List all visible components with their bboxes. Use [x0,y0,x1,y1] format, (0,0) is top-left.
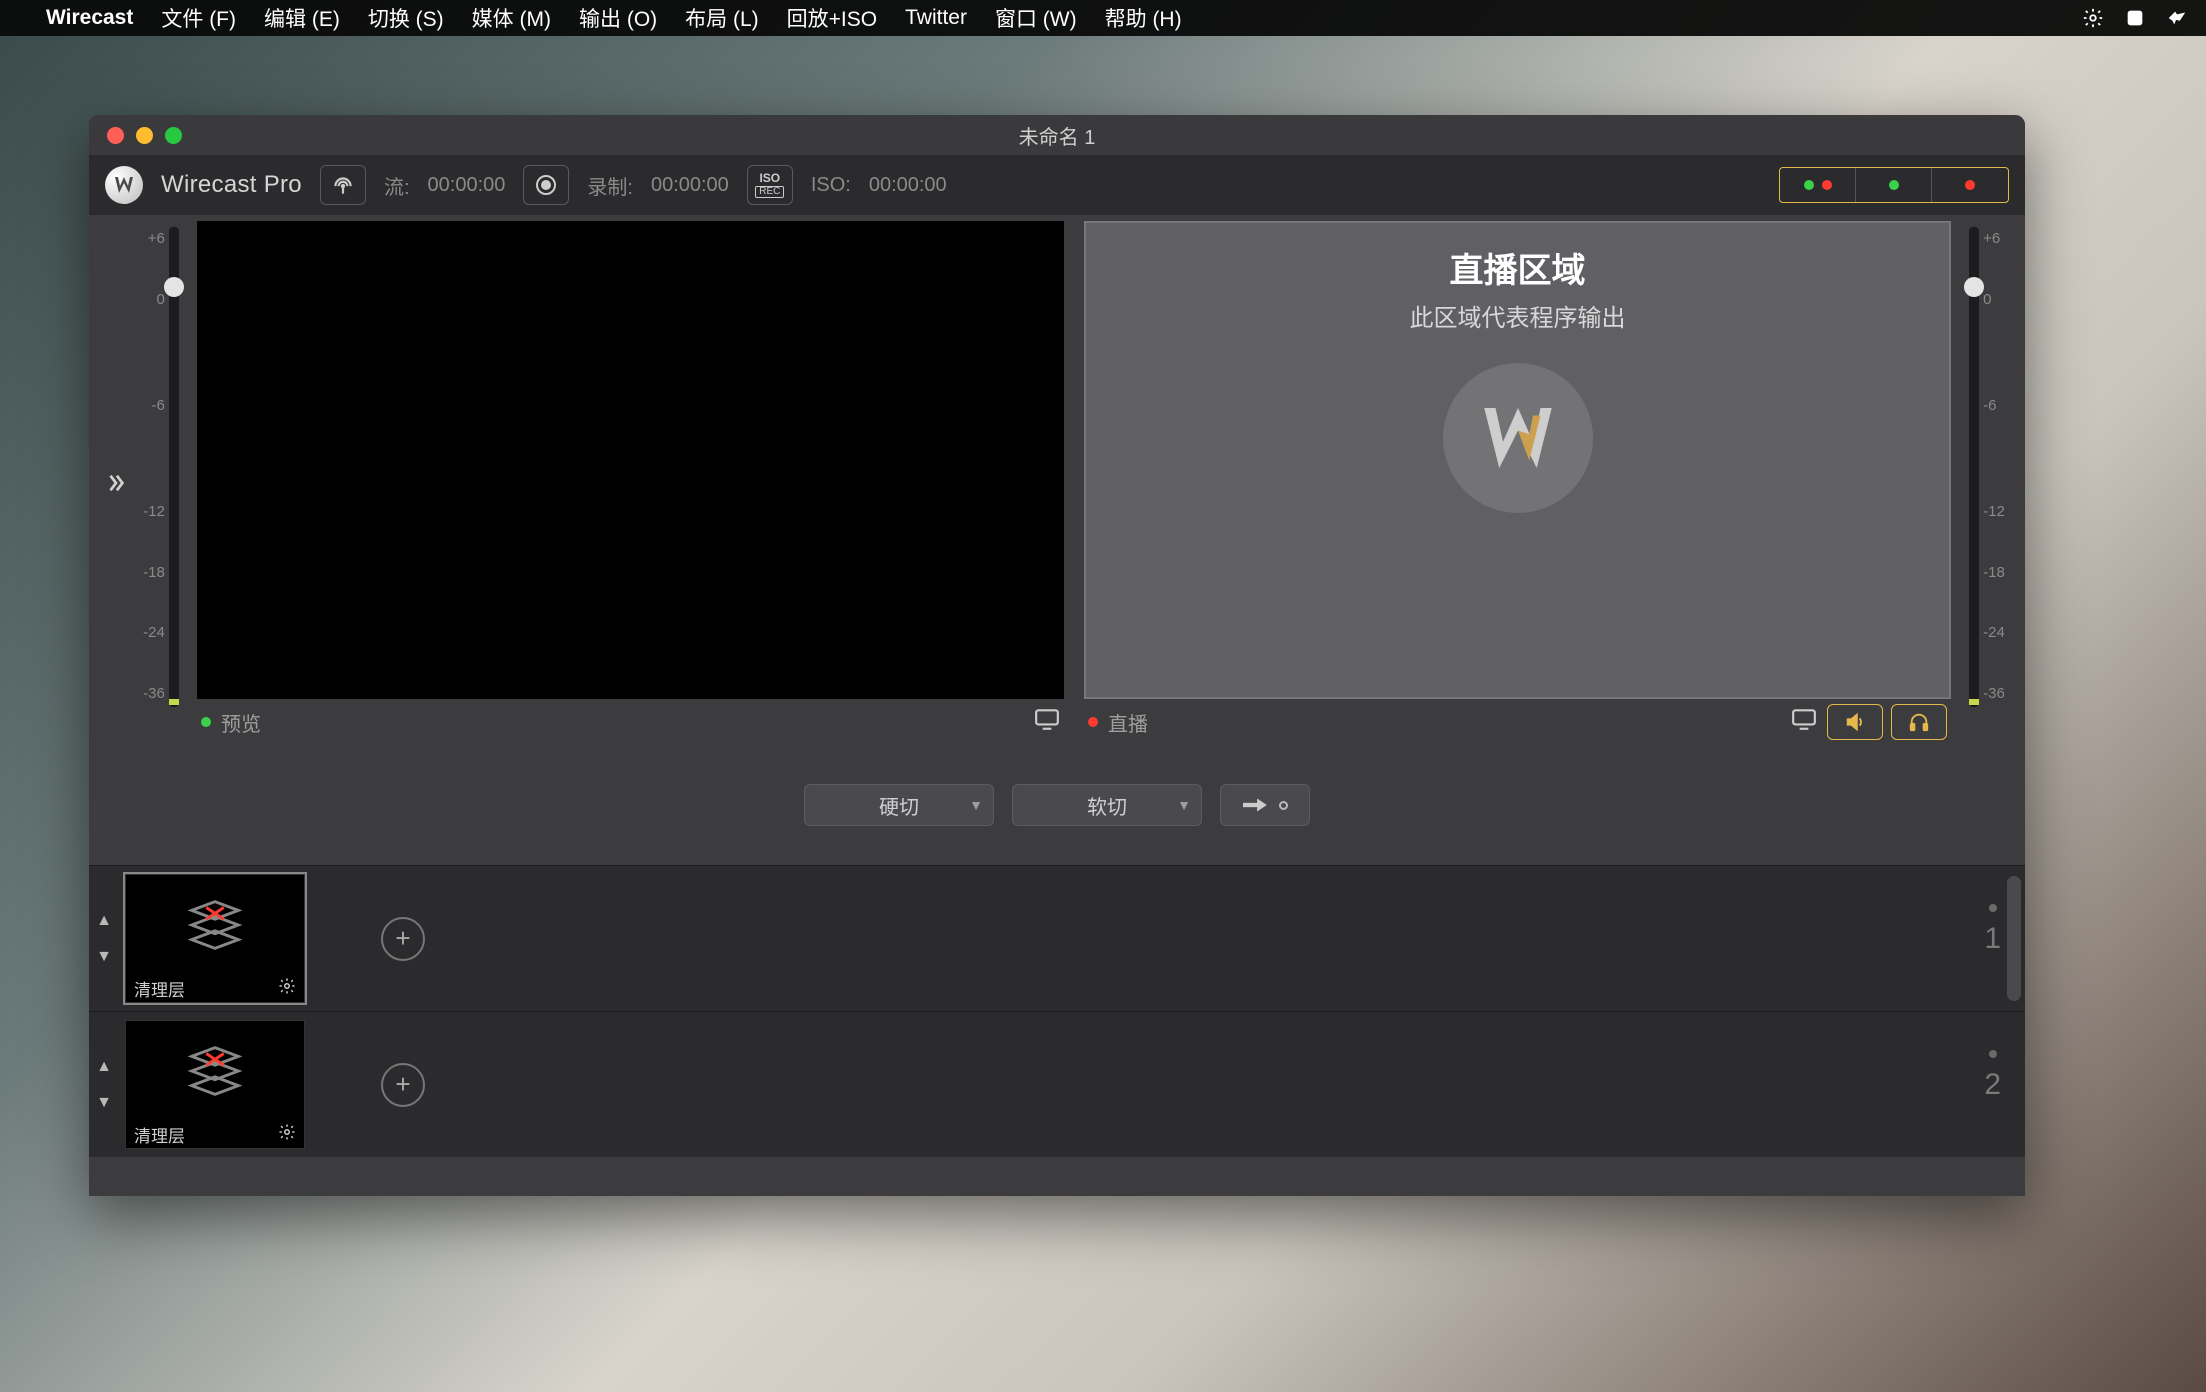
layers-panel: ▲▼ 清理层 + 1 ▲▼ [89,865,2025,1157]
move-up-icon: ▲ [96,912,112,930]
transition-bar: 硬切 ▼ 软切 ▼ [89,745,2025,865]
menu-file[interactable]: 文件 (F) [161,3,236,33]
close-button[interactable] [107,127,124,144]
left-audio-meter: +60-6-12-18-24-36 [133,221,193,745]
layers-scrollbar[interactable] [2007,876,2021,1001]
move-down-icon: ▼ [96,948,112,966]
move-down-icon: ▼ [96,1094,112,1112]
add-shot-button[interactable]: + [381,917,425,961]
live-subheading: 此区域代表程序输出 [1410,298,1626,333]
dissolve-transition-button[interactable]: 软切 ▼ [1012,784,1202,826]
wirecast-logo-icon [105,166,143,204]
titlebar[interactable]: 未命名 1 [89,115,2025,155]
preview-status-dot [201,717,211,727]
layer-row: ▲▼ 清理层 + 2 [89,1011,2025,1157]
right-audio-meter: +60-6-12-18-24-36 [1955,221,2015,745]
menu-help[interactable]: 帮助 (H) [1105,3,1182,33]
minimize-button[interactable] [136,127,153,144]
menu-media[interactable]: 媒体 (M) [472,3,551,33]
status-cell-3[interactable] [1932,168,2008,202]
chevron-down-icon[interactable]: ▼ [969,797,983,813]
shot-label: 清理层 [134,976,185,1001]
right-fader[interactable] [1969,227,1979,707]
stream-label: 流: [384,171,410,200]
preview-monitor-icon[interactable] [1034,708,1060,736]
layer-reorder[interactable]: ▲▼ [89,866,119,1011]
wirecast-watermark-icon [1443,363,1593,513]
menubar-appname[interactable]: Wirecast [46,6,133,30]
left-fader-thumb[interactable] [164,277,184,297]
status-cell-2[interactable] [1856,168,1932,202]
cut-transition-button[interactable]: 硬切 ▼ [804,784,994,826]
mac-menubar: Wirecast 文件 (F) 编辑 (E) 切换 (S) 媒体 (M) 输出 … [0,0,2206,36]
maximize-button[interactable] [165,127,182,144]
menu-window[interactable]: 窗口 (W) [995,3,1077,33]
expand-panel-button[interactable] [99,221,133,745]
status-cell-1[interactable] [1780,168,1856,202]
square-menubar-icon[interactable] [2124,7,2146,29]
live-viewer: 直播区域 此区域代表程序输出 直播 [1084,221,1951,745]
menu-replay[interactable]: 回放+ISO [787,3,877,33]
bird-menubar-icon[interactable] [2166,7,2188,29]
layer-number: 1 [1984,922,2001,956]
go-button[interactable] [1220,784,1310,826]
menu-twitter[interactable]: Twitter [905,6,967,30]
live-heading: 直播区域 [1450,243,1586,292]
left-fader[interactable] [169,227,179,707]
wirecast-window: 未命名 1 Wirecast Pro 流: 00:00:00 录制: 00:00… [89,115,2025,1196]
settings-menubar-icon[interactable] [2082,7,2104,29]
stream-time: 00:00:00 [428,174,506,197]
stream-button[interactable] [320,165,366,205]
layer-row: ▲▼ 清理层 + 1 [89,865,2025,1011]
iso-label: ISO: [811,174,851,197]
add-shot-button[interactable]: + [381,1063,425,1107]
brand-label: Wirecast Pro [161,171,302,199]
live-label: 直播 [1108,708,1148,737]
move-up-icon: ▲ [96,1058,112,1076]
right-fader-thumb[interactable] [1964,277,1984,297]
gear-icon[interactable] [278,1123,296,1146]
meter-scale-left: +60-6-12-18-24-36 [143,227,165,707]
shot-thumbnail[interactable]: 清理层 [125,874,305,1003]
meter-scale-right: +60-6-12-18-24-36 [1983,227,2005,707]
gear-icon[interactable] [278,977,296,1000]
menu-edit[interactable]: 编辑 (E) [264,3,340,33]
live-monitor-icon[interactable] [1791,708,1817,736]
preview-viewer: 预览 [197,221,1064,745]
iso-time: 00:00:00 [869,174,947,197]
preview-screen[interactable] [197,221,1064,699]
record-button[interactable] [523,165,569,205]
shot-thumbnail[interactable]: 清理层 [125,1020,305,1149]
menu-switch[interactable]: 切换 (S) [368,3,444,33]
headphone-monitor-button[interactable] [1891,704,1947,740]
record-time: 00:00:00 [651,174,729,197]
toolbar: Wirecast Pro 流: 00:00:00 录制: 00:00:00 IS… [89,155,2025,215]
menu-layout[interactable]: 布局 (L) [685,3,759,33]
menu-output[interactable]: 输出 (O) [579,3,657,33]
speaker-monitor-button[interactable] [1827,704,1883,740]
go-circle-icon [1279,801,1288,810]
chevron-down-icon[interactable]: ▼ [1177,797,1191,813]
record-label: 录制: [587,171,633,200]
shot-label: 清理层 [134,1122,185,1147]
live-status-dot [1088,717,1098,727]
preview-label: 预览 [221,708,261,737]
iso-record-button[interactable]: ISO REC [747,165,793,205]
window-title: 未命名 1 [89,121,2025,150]
status-indicator [1779,167,2009,203]
live-screen[interactable]: 直播区域 此区域代表程序输出 [1084,221,1951,699]
main-panel: +60-6-12-18-24-36 预览 [89,215,2025,1196]
iso-btn-bottom: REC [755,186,784,198]
iso-btn-top: ISO [759,172,780,184]
layer-number: 2 [1984,1068,2001,1102]
layer-reorder[interactable]: ▲▼ [89,1012,119,1157]
